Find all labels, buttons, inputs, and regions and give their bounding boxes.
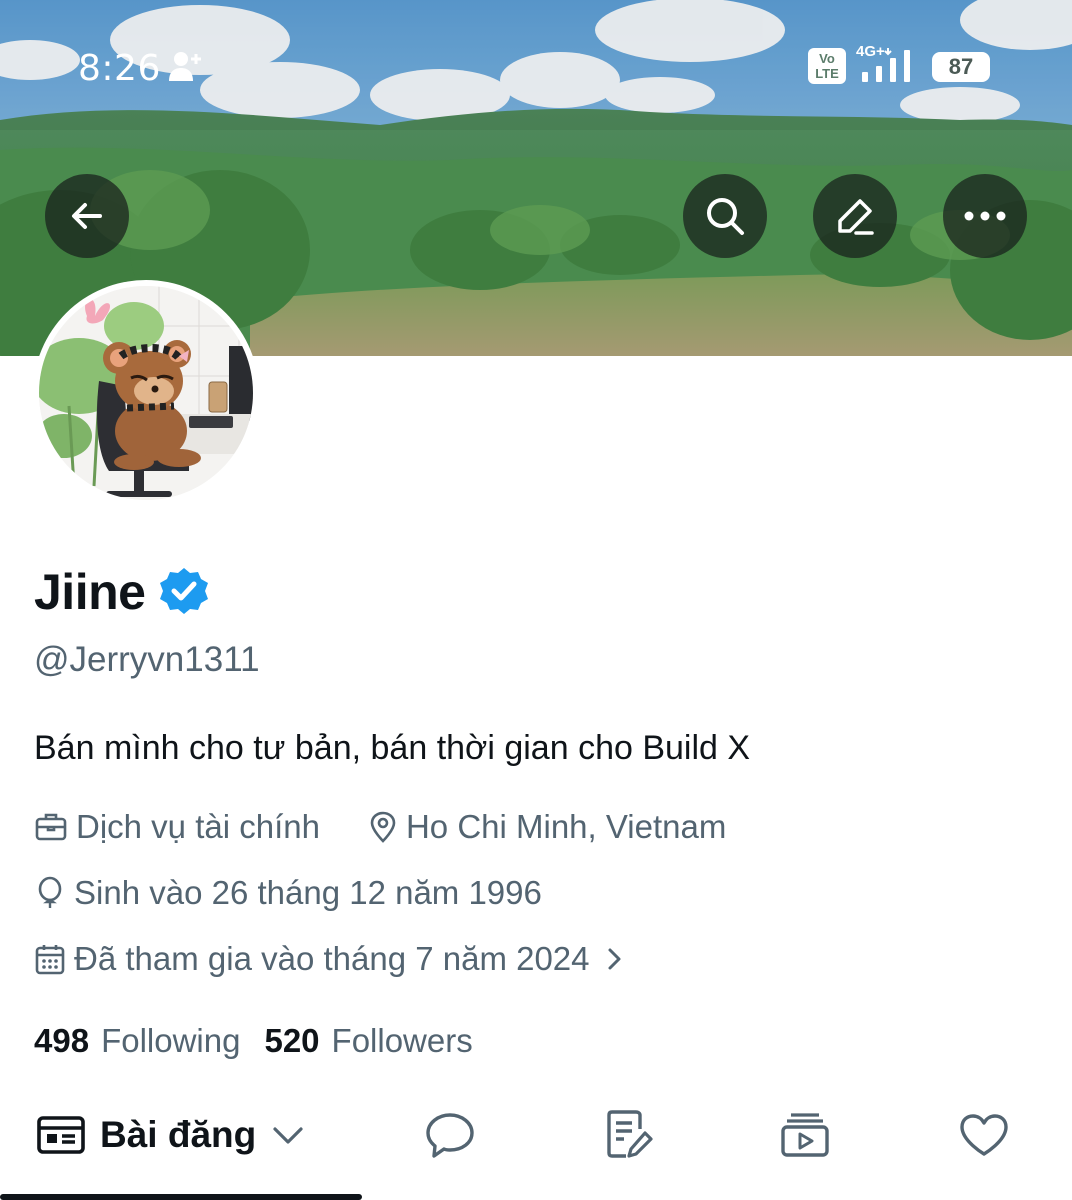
status-time: 8:26 xyxy=(78,48,161,89)
volte-bottom: LTE xyxy=(815,66,839,81)
followers-link[interactable]: 520 Followers xyxy=(264,1022,472,1060)
battery-indicator: 87 xyxy=(932,52,990,82)
tab-media[interactable] xyxy=(779,1100,831,1170)
location-text: Ho Chi Minh, Vietnam xyxy=(405,808,727,845)
joined-date-text: Đã tham gia vào tháng 7 năm 2024 xyxy=(74,940,590,977)
professional-category[interactable]: Dịch vụ tài chính xyxy=(76,808,320,846)
search-icon xyxy=(707,198,744,235)
back-button[interactable] xyxy=(45,174,129,258)
followers-label: Followers xyxy=(331,1022,473,1059)
active-tab-indicator xyxy=(0,1194,362,1200)
chevron-right-icon xyxy=(604,944,624,974)
birthday-text: Sinh vào 26 tháng 12 năm 1996 xyxy=(74,874,542,911)
back-arrow-icon xyxy=(72,203,102,229)
following-label: Following xyxy=(101,1022,241,1059)
posts-icon xyxy=(37,1116,85,1154)
followers-count: 520 xyxy=(264,1022,320,1059)
follow-stats: 498 Following 520 Followers xyxy=(34,1022,473,1060)
articles-icon xyxy=(607,1110,653,1158)
edit-pencil-icon xyxy=(838,199,874,235)
tab-posts-label: Bài đăng xyxy=(100,1114,257,1155)
tab-posts[interactable]: Bài đăng xyxy=(36,1100,306,1170)
person-add-icon xyxy=(168,50,208,89)
volte-badge: Vo LTE xyxy=(808,48,846,84)
joined-row[interactable]: Đã tham gia vào tháng 7 năm 2024 xyxy=(34,940,632,978)
chevron-down-icon[interactable] xyxy=(270,1123,306,1147)
network-type: 4G+ xyxy=(856,43,885,60)
following-count: 498 xyxy=(34,1022,90,1059)
replies-icon xyxy=(426,1113,474,1158)
tab-likes[interactable] xyxy=(958,1100,1010,1170)
verified-badge-icon[interactable] xyxy=(159,566,209,621)
following-link[interactable]: 498 Following xyxy=(34,1022,240,1060)
briefcase-icon xyxy=(34,810,68,844)
location-pin-icon xyxy=(368,810,398,844)
profile-bio: Bán mình cho tư bản, bán thời gian cho B… xyxy=(34,729,751,767)
display-name-row: Jiine xyxy=(34,562,209,621)
balloon-icon xyxy=(34,876,66,910)
avatar[interactable] xyxy=(33,280,259,506)
more-dots-icon xyxy=(964,211,1006,221)
profile-meta-row: Dịch vụ tài chính Ho Chi Minh, Vietnam xyxy=(34,808,726,846)
likes-icon xyxy=(960,1114,1008,1156)
display-name: Jiine xyxy=(34,563,146,620)
media-icon xyxy=(781,1113,829,1157)
avatar-image xyxy=(39,286,253,500)
search-button[interactable] xyxy=(683,174,767,258)
more-options-button[interactable] xyxy=(943,174,1027,258)
user-handle: @Jerryvn1311 xyxy=(34,640,260,679)
edit-button[interactable] xyxy=(813,174,897,258)
tab-replies[interactable] xyxy=(424,1100,476,1170)
tab-articles[interactable] xyxy=(604,1100,654,1170)
status-bar: 8:26 Vo LTE 4G+ 87 xyxy=(0,0,1072,130)
calendar-icon xyxy=(34,942,66,976)
profile-tabs: Bài đăng xyxy=(0,1100,1072,1190)
signal-icon: 4G+ xyxy=(854,42,920,91)
birthday-row: Sinh vào 26 tháng 12 năm 1996 xyxy=(34,874,542,912)
volte-top: Vo xyxy=(819,51,835,66)
